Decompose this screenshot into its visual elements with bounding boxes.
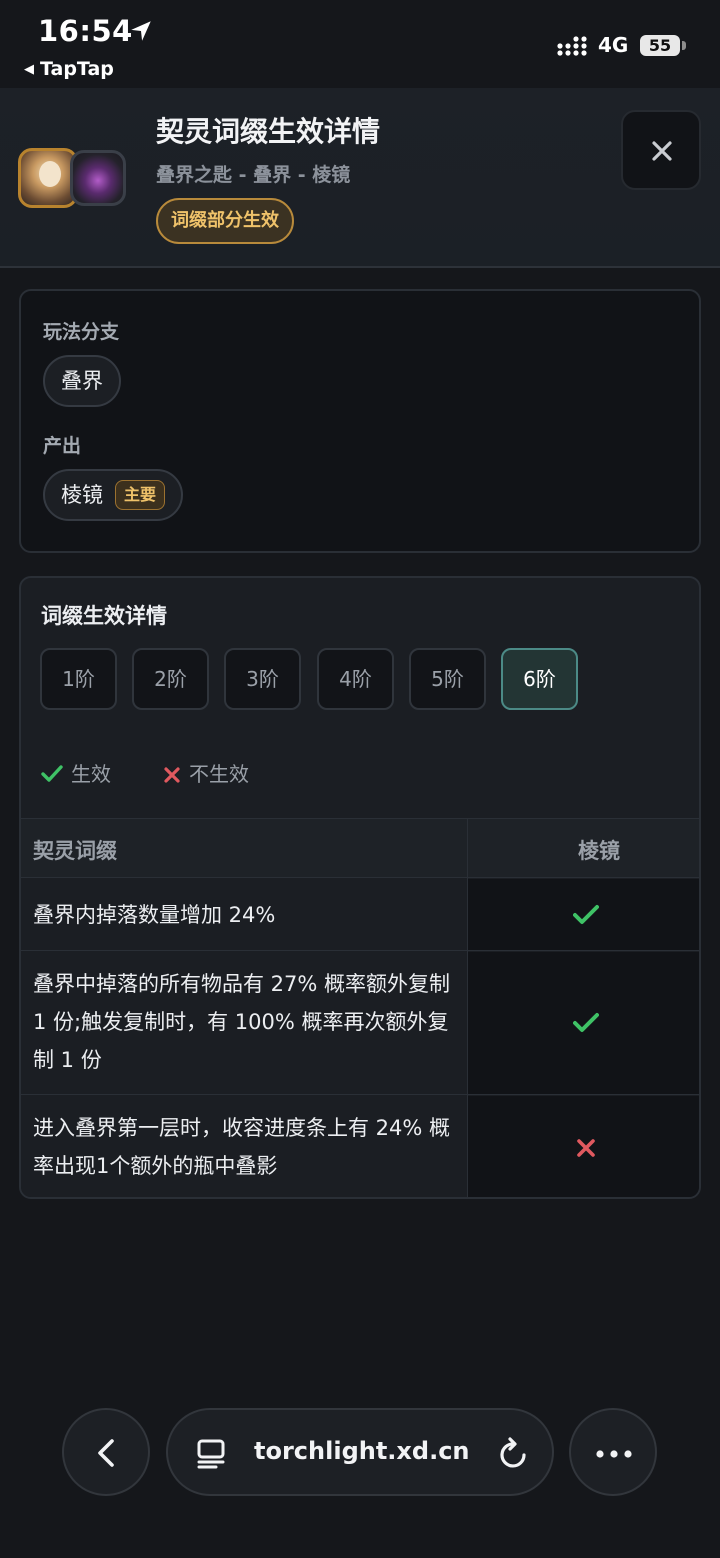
reload-icon[interactable]: [498, 1436, 530, 1470]
legend-ineffective: 不生效: [163, 758, 249, 787]
output-pill: 棱镜 主要: [43, 469, 184, 521]
more-dots-icon: [596, 1450, 632, 1458]
table-column-divider: [467, 818, 468, 1197]
status-time: 16:54: [38, 14, 133, 48]
tier-tab-4[interactable]: 4阶: [317, 648, 394, 710]
effect-cell: [468, 952, 699, 1094]
tier-tab-1[interactable]: 1阶: [40, 648, 117, 710]
page-menu-icon: [197, 1439, 225, 1469]
status-bar: 16:54 ◀ TapTap 4G 55: [0, 0, 720, 88]
address-bar[interactable]: torchlight.xd.cn: [166, 1408, 554, 1496]
tier-tab-3[interactable]: 3阶: [224, 648, 301, 710]
browser-back-button[interactable]: [62, 1408, 150, 1496]
check-icon: [572, 904, 599, 924]
effect-status-badge: 词缀部分生效: [156, 198, 294, 244]
details-title: 词缀生效详情: [41, 604, 167, 628]
affix-text: 进入叠界第一层时，收容进度条上有 24% 概率出现1个额外的瓶中叠影: [33, 1116, 451, 1178]
page-subtitle: 叠界之匙 - 叠界 - 棱镜: [156, 164, 351, 186]
check-icon: [572, 1013, 599, 1032]
network-type: 4G: [598, 33, 629, 57]
dungeon-avatar: [70, 150, 126, 206]
branch-label: 玩法分支: [43, 321, 120, 343]
branch-output-card: 玩法分支 叠界 产出 棱镜 主要: [19, 289, 701, 553]
battery-indicator: 55: [640, 35, 680, 56]
close-icon: [652, 141, 672, 161]
output-label: 产出: [43, 435, 82, 457]
chevron-left-icon: [98, 1439, 114, 1467]
legend-effective-label: 生效: [71, 762, 111, 786]
affix-text: 叠界中掉落的所有物品有 27% 概率额外复制 1 份;触发复制时，有 100% …: [33, 972, 451, 1072]
cellular-signal-icon: [557, 36, 587, 56]
battery-cap: [682, 41, 686, 50]
cross-icon: [164, 767, 180, 783]
col-header-output: 棱镜: [578, 839, 620, 863]
back-to-app-link[interactable]: ◀ TapTap: [24, 58, 114, 80]
main-output-tag: 主要: [115, 480, 166, 510]
location-arrow-icon: [131, 21, 151, 41]
check-icon: [41, 765, 63, 782]
output-value: 棱镜: [61, 483, 103, 507]
effect-cell: [468, 879, 699, 950]
col-header-affix: 契灵词缀: [33, 839, 117, 863]
back-triangle-icon: ◀: [24, 62, 34, 77]
table-row: 叠界中掉落的所有物品有 27% 概率额外复制 1 份;触发复制时，有 100% …: [21, 952, 699, 1095]
table-row: 叠界内掉落数量增加 24%: [21, 879, 699, 951]
tier-tab-5[interactable]: 5阶: [409, 648, 486, 710]
table-row: 进入叠界第一层时，收容进度条上有 24% 概率出现1个额外的瓶中叠影: [21, 1096, 699, 1197]
affix-details-card: 词缀生效详情 1阶 2阶 3阶 4阶 5阶 6阶 生效 不生效 契灵词缀 棱镜 …: [19, 576, 701, 1199]
cross-icon: [576, 1139, 595, 1157]
effect-cell: [468, 1096, 699, 1197]
page-header: 契灵词缀生效详情 叠界之匙 - 叠界 - 棱镜 词缀部分生效: [0, 88, 720, 268]
spirit-avatar: [18, 148, 78, 208]
branch-pill: 叠界: [43, 355, 121, 407]
browser-more-button[interactable]: [569, 1408, 657, 1496]
affix-text: 叠界内掉落数量增加 24%: [33, 903, 276, 927]
table-header: 契灵词缀 棱镜: [21, 818, 699, 878]
legend-effective: 生效: [41, 758, 111, 787]
page-title: 契灵词缀生效详情: [156, 115, 381, 148]
tier-tab-6[interactable]: 6阶: [501, 648, 578, 710]
url-text: torchlight.xd.cn: [254, 1437, 470, 1465]
back-app-label: TapTap: [40, 58, 114, 80]
tier-tab-2[interactable]: 2阶: [132, 648, 209, 710]
legend-ineffective-label: 不生效: [189, 762, 249, 786]
close-button[interactable]: [621, 110, 701, 190]
